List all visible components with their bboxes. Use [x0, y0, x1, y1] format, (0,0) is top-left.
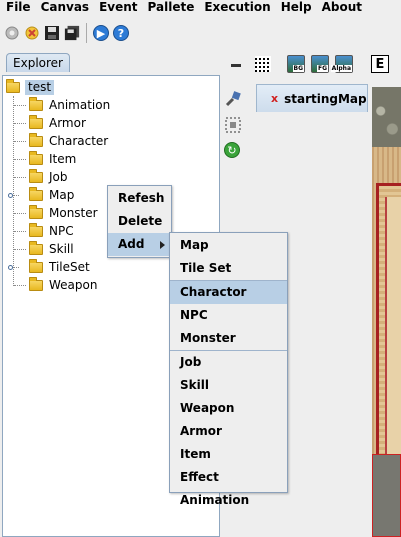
submenu-item-charactor[interactable]: Charactor — [170, 281, 287, 304]
grid-icon[interactable] — [255, 56, 271, 72]
tree-root[interactable]: test — [6, 79, 55, 95]
alpha-layer-icon[interactable]: Alpha — [330, 55, 353, 73]
tree-item-tileset[interactable]: TileSet — [8, 258, 90, 276]
menu-canvas[interactable]: Canvas — [36, 0, 95, 15]
submenu-item-job[interactable]: Job — [170, 351, 287, 374]
submenu-item-skill[interactable]: Skill — [170, 374, 287, 397]
tool-strip: ↻ — [224, 90, 244, 158]
menu-item-delete[interactable]: Delete — [108, 210, 171, 233]
tab-starting-map[interactable]: x startingMap — [256, 84, 368, 112]
menu-about[interactable]: About — [317, 0, 367, 15]
tab-title: startingMap — [284, 91, 367, 106]
folder-icon — [29, 258, 43, 273]
select-icon[interactable] — [224, 116, 242, 134]
submenu-item-monster[interactable]: Monster — [170, 327, 287, 350]
main-toolbar: ▶ ? — [0, 18, 401, 48]
folder-icon — [29, 186, 43, 201]
tree-item-animation[interactable]: Animation — [14, 96, 110, 114]
submenu-arrow-icon — [160, 241, 165, 249]
fg-layer-icon[interactable]: FG — [311, 55, 329, 73]
submenu-item-effect-animation[interactable]: Effect Animation — [170, 466, 287, 507]
menu-execution[interactable]: Execution — [199, 0, 275, 15]
tree-item-monster[interactable]: Monster — [14, 204, 98, 222]
toolbar-separator — [86, 23, 87, 43]
folder-icon — [29, 150, 43, 165]
submenu-item-weapon[interactable]: Weapon — [170, 397, 287, 420]
folder-icon — [29, 276, 43, 291]
map-selection — [372, 454, 401, 537]
refresh-icon[interactable]: ↻ — [224, 142, 240, 158]
tree-item-map[interactable]: Map — [8, 186, 74, 204]
menu-pallete[interactable]: Pallete — [143, 0, 200, 15]
tree-item-skill[interactable]: Skill — [14, 240, 74, 258]
folder-icon — [6, 79, 20, 93]
add-submenu: Map Tile Set Charactor NPC Monster Job S… — [169, 232, 288, 507]
save-icon[interactable] — [44, 25, 60, 41]
folder-icon — [29, 132, 43, 147]
folder-icon — [29, 168, 43, 183]
tab-explorer[interactable]: Explorer — [6, 53, 70, 72]
menu-item-add[interactable]: Add — [108, 233, 171, 256]
context-menu: Refesh Delete Add — [107, 185, 172, 258]
folder-icon — [29, 96, 43, 111]
tree-item-job[interactable]: Job — [14, 168, 68, 186]
submenu-item-npc[interactable]: NPC — [170, 304, 287, 327]
submenu-item-item[interactable]: Item — [170, 443, 287, 466]
tree-root-label: test — [25, 80, 55, 95]
folder-icon — [29, 240, 43, 255]
new-icon[interactable] — [24, 25, 40, 41]
bg-layer-icon[interactable]: BG — [287, 55, 305, 73]
minimize-icon[interactable] — [231, 64, 241, 67]
menu-bar: File Canvas Event Pallete Execution Help… — [0, 0, 401, 15]
canvas-toolbar: BG FG Alpha E — [255, 52, 389, 76]
expand-handle-icon[interactable] — [8, 192, 19, 198]
submenu-item-map[interactable]: Map — [170, 234, 287, 257]
brush-icon[interactable] — [224, 90, 242, 108]
tree-item-armor[interactable]: Armor — [14, 114, 86, 132]
tree-item-item[interactable]: Item — [14, 150, 76, 168]
save-all-icon[interactable] — [64, 25, 80, 41]
map-canvas[interactable] — [372, 87, 401, 537]
menu-item-refresh[interactable]: Refesh — [108, 187, 171, 210]
run-icon[interactable]: ▶ — [93, 25, 109, 41]
event-layer-icon[interactable]: E — [371, 55, 389, 73]
settings-icon[interactable] — [4, 25, 20, 41]
menu-event[interactable]: Event — [94, 0, 142, 15]
tree-item-weapon[interactable]: Weapon — [14, 276, 97, 294]
tree-item-character[interactable]: Character — [14, 132, 108, 150]
expand-handle-icon[interactable] — [8, 264, 19, 270]
submenu-item-tileset[interactable]: Tile Set — [170, 257, 287, 280]
folder-icon — [29, 204, 43, 219]
help-icon[interactable]: ? — [113, 25, 129, 41]
menu-file[interactable]: File — [0, 0, 36, 15]
folder-icon — [29, 222, 43, 237]
menu-help[interactable]: Help — [276, 0, 317, 15]
submenu-item-armor[interactable]: Armor — [170, 420, 287, 443]
folder-icon — [29, 114, 43, 129]
tree-item-npc[interactable]: NPC — [14, 222, 74, 240]
close-icon[interactable]: x — [271, 92, 278, 105]
